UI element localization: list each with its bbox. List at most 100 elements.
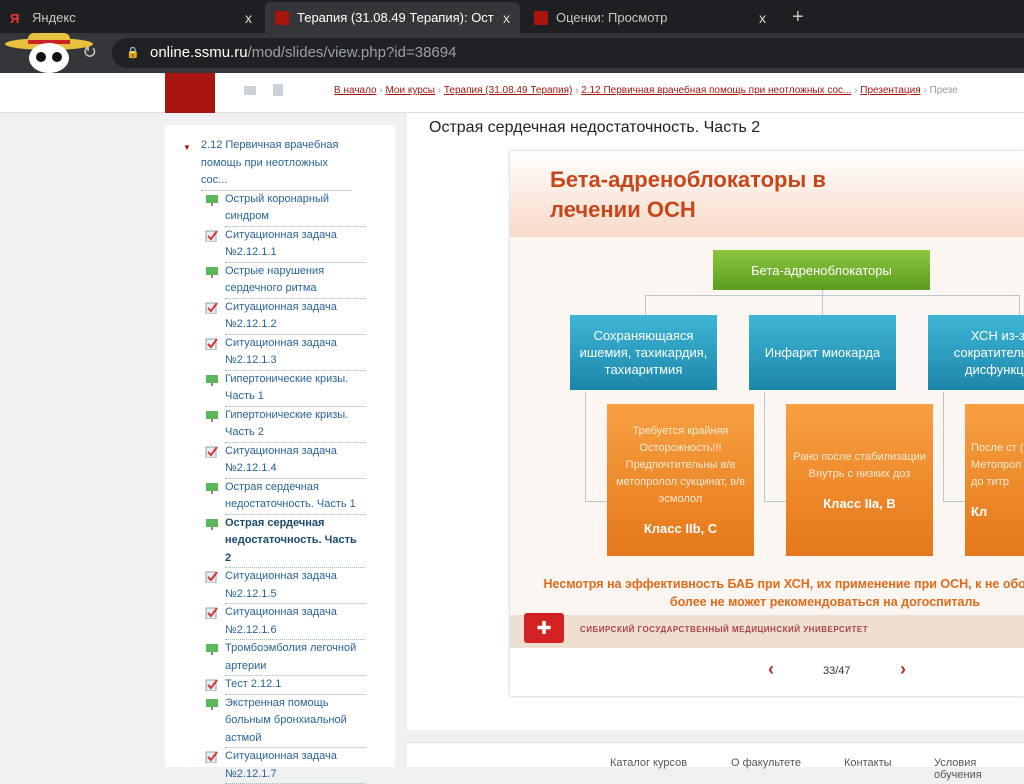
rec-text: Требуется крайняя Осторожность!!! Предпо… <box>615 425 746 505</box>
slides-icon <box>206 644 218 655</box>
next-slide-button[interactable]: › <box>900 659 906 680</box>
sidebar-item[interactable]: Острая сердечная недостаточность. Часть … <box>205 515 395 568</box>
page-title: Острая сердечная недостаточность. Часть … <box>429 119 761 136</box>
sidebar-item[interactable]: Гипертонические кризы. Часть 1 <box>205 371 395 407</box>
sidebar-item-label: Ситуационная задача №2.12.1.6 <box>225 604 365 640</box>
tab-grades[interactable]: Оценки: Просмотр x <box>524 2 776 33</box>
rec-class: Кл <box>971 504 988 519</box>
sidebar-item[interactable]: Острые нарушения сердечного ритма <box>205 263 395 299</box>
sidebar-item[interactable]: Ситуационная задача №2.12.1.4 <box>205 443 395 479</box>
crumb-section[interactable]: 2.12 Первичная врачебная помощь при неот… <box>581 85 851 96</box>
slide-heading: Бета-адреноблокаторы в лечении ОСН <box>550 167 826 222</box>
close-icon[interactable]: x <box>759 10 766 26</box>
quiz-icon <box>205 751 218 763</box>
quiz-icon <box>205 445 218 458</box>
sidebar-item-label: Ситуационная задача №2.12.1.7 <box>225 748 365 784</box>
url-path: /mod/slides/view.php?id=38694 <box>247 44 457 61</box>
slides-icon <box>206 374 218 386</box>
sidebar-item-label: Тест 2.12.1 <box>225 676 365 695</box>
footer-link-catalog[interactable]: Каталог курсов <box>610 757 687 769</box>
sidebar-item[interactable]: Ситуационная задача №2.12.1.2 <box>205 299 395 335</box>
skull-avatar-icon <box>5 33 93 73</box>
sidebar-item[interactable]: Тромбоэмболия легочной артерии <box>205 640 395 676</box>
rec-text: После ст (обыч Бисо Карв Метопрол Небиво… <box>971 442 1024 488</box>
sidebar-item-label: Экстренная помощь больным бронхиальной а… <box>225 695 365 748</box>
sidebar-item-label: Гипертонические кризы. Часть 1 <box>225 371 365 407</box>
slide-footer: СИБИРСКИЙ ГОСУДАРСТВЕННЫЙ МЕДИЦИНСКИЙ УН… <box>510 615 1024 648</box>
slides-icon <box>206 266 218 278</box>
main-content: Острая сердечная недостаточность. Часть … <box>407 113 1024 730</box>
ssmu-logo[interactable] <box>165 73 215 113</box>
quiz-icon <box>205 337 218 350</box>
diagram-root: Бета-адреноблокаторы <box>713 250 930 290</box>
tab-label: Терапия (31.08.49 Терапия): Ост <box>297 10 494 25</box>
quiz-icon <box>205 679 218 691</box>
sidebar-item-label: Острый коронарный синдром <box>225 191 365 227</box>
calendar-icon[interactable] <box>273 84 283 96</box>
slide-viewer: Бета-адреноблокаторы в лечении ОСН Бета-… <box>510 151 1024 696</box>
close-icon[interactable]: x <box>245 10 252 26</box>
sidebar-item[interactable]: Ситуационная задача №2.12.1.6 <box>205 604 395 640</box>
university-name: СИБИРСКИЙ ГОСУДАРСТВЕННЫЙ МЕДИЦИНСКИЙ УН… <box>580 625 869 634</box>
course-sidebar: ▼ 2.12 Первичная врачебная помощь при нео… <box>165 125 395 784</box>
sidebar-item[interactable]: Экстренная помощь больным бронхиальной а… <box>205 695 395 748</box>
sidebar-item-label: Тромбоэмболия легочной артерии <box>225 640 365 676</box>
prev-slide-button[interactable]: ‹ <box>768 659 774 680</box>
section-label: 2.12 Первичная врачебная помощь при неот… <box>200 137 351 191</box>
close-icon[interactable]: x <box>503 10 510 26</box>
diagram-category-1: Сохраняющаяся ишемия, тахикардия, тахиар… <box>570 315 717 390</box>
url-input[interactable]: 🔒 online.ssmu.ru/mod/slides/view.php?id=… <box>112 38 1024 68</box>
sidebar-item[interactable]: Ситуационная задача №2.12.1.1 <box>205 227 395 263</box>
site-footer: Каталог курсов О факультете Контакты Усл… <box>407 742 1024 781</box>
crumb-course[interactable]: Терапия (31.08.49 Терапия) <box>444 85 572 96</box>
slides-icon <box>206 482 218 494</box>
diagram-recommendation-2: Рано после стабилизации Внутрь с низких … <box>786 404 933 556</box>
slide-header: Бета-адреноблокаторы в лечении ОСН <box>510 151 1024 237</box>
diagram-recommendation-1: Требуется крайняя Осторожность!!! Предпо… <box>607 404 754 556</box>
footer-link-about[interactable]: О факультете <box>731 757 801 769</box>
sidebar-item[interactable]: Острый коронарный синдром <box>205 191 395 227</box>
sidebar-item-label: Ситуационная задача №2.12.1.3 <box>225 335 365 371</box>
sidebar-item[interactable]: Ситуационная задача №2.12.1.5 <box>205 568 395 604</box>
quiz-icon <box>205 607 218 619</box>
sidebar-item-label: Ситуационная задача №2.12.1.4 <box>225 443 365 479</box>
slide-pager: ‹ 33/47 › <box>510 651 1024 696</box>
crumb-presentation[interactable]: Презентация <box>860 85 920 96</box>
ssmu-icon <box>534 10 548 25</box>
sidebar-item[interactable]: Ситуационная задача №2.12.1.3 <box>205 335 395 371</box>
caret-down-icon: ▼ <box>183 143 191 152</box>
slides-icon <box>206 410 218 422</box>
quiz-icon <box>205 301 218 314</box>
ssmu-icon <box>275 10 289 25</box>
diagram-recommendation-3: После ст (обыч Бисо Карв Метопрол Небиво… <box>965 404 1024 556</box>
quiz-icon <box>205 571 218 583</box>
first-aid-kit-icon: ✚ <box>524 613 564 643</box>
footer-link-terms[interactable]: Условия обучения <box>934 757 1024 781</box>
slides-icon <box>206 194 218 206</box>
sidebar-item-label: Острая сердечная недостаточность. Часть … <box>225 479 365 515</box>
rec-text: Рано после стабилизации Внутрь с низких … <box>793 450 926 480</box>
sidebar-item[interactable]: Острая сердечная недостаточность. Часть … <box>205 479 395 515</box>
breadcrumb: В начало › Мои курсы › Терапия (31.08.49… <box>334 85 958 96</box>
quiz-icon <box>205 229 218 242</box>
crumb-my-courses[interactable]: Мои курсы <box>385 85 435 96</box>
sidebar-item[interactable]: Гипертонические кризы. Часть 2 <box>205 407 395 443</box>
tab-yandex[interactable]: Я Яндекс x <box>0 2 262 33</box>
sidebar-item-label: Ситуационная задача №2.12.1.2 <box>225 299 365 335</box>
sidebar-item[interactable]: Ситуационная задача №2.12.1.7 <box>205 748 395 784</box>
crumb-current: Презе <box>929 85 958 96</box>
sidebar-item-label: Ситуационная задача №2.12.1.1 <box>225 227 365 263</box>
sidebar-item-label: Острые нарушения сердечного ритма <box>225 263 365 299</box>
sidebar-item[interactable]: Тест 2.12.1 <box>205 676 395 695</box>
sidebar-item-label: Гипертонические кризы. Часть 2 <box>225 407 365 443</box>
crumb-home[interactable]: В начало <box>334 85 377 96</box>
tab-label: Оценки: Просмотр <box>556 10 668 25</box>
footer-link-contacts[interactable]: Контакты <box>844 757 892 769</box>
tab-therapy[interactable]: Терапия (31.08.49 Терапия): Ост x <box>265 2 520 33</box>
diagram-category-2: Инфаркт миокарда <box>749 315 896 390</box>
mail-icon[interactable] <box>244 86 256 95</box>
sidebar-section[interactable]: ▼ 2.12 Первичная врачебная помощь при нео… <box>183 137 395 191</box>
new-tab-button[interactable]: + <box>782 2 814 33</box>
slides-icon <box>206 698 218 710</box>
sidebar-item-label: Острая сердечная недостаточность. Часть … <box>225 515 365 568</box>
